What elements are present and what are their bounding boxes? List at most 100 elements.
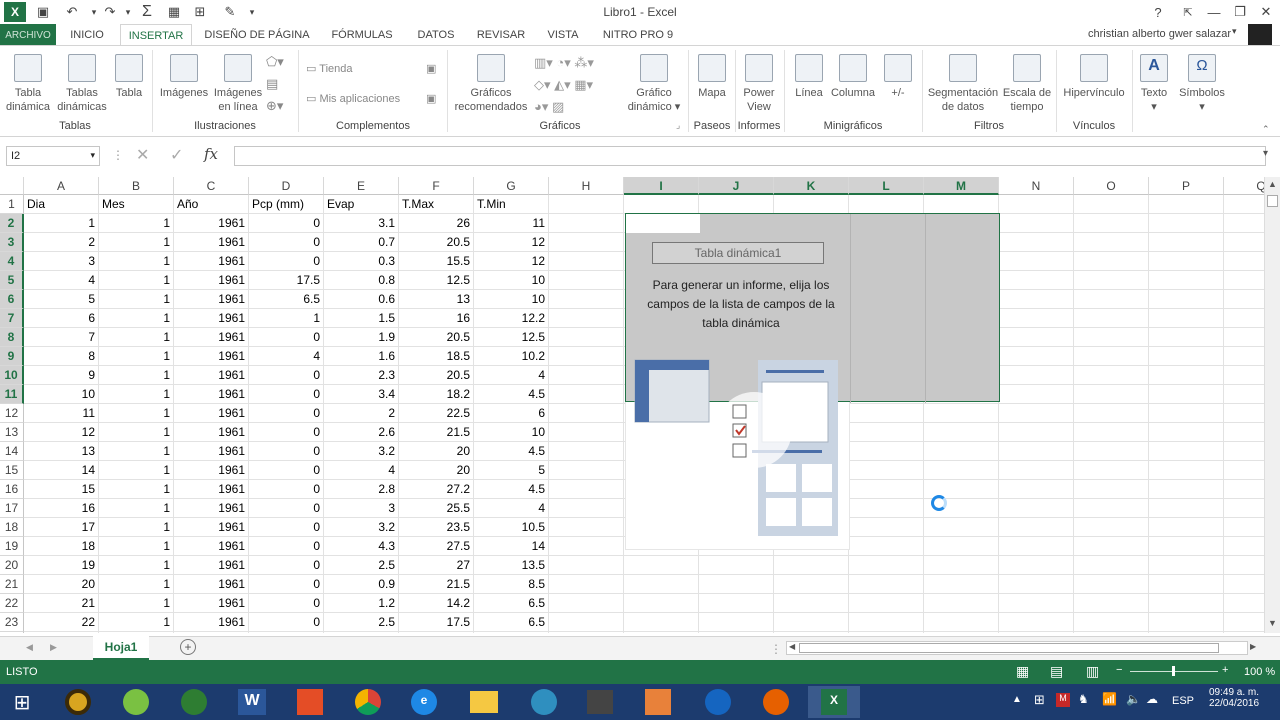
- cell-Q15[interactable]: [1224, 461, 1264, 480]
- cell-P3[interactable]: [1149, 233, 1224, 252]
- cell-N9[interactable]: [999, 347, 1074, 366]
- row-header[interactable]: 3: [0, 233, 24, 252]
- enter-icon[interactable]: ✓: [170, 145, 183, 165]
- cell-E7[interactable]: 1.5: [324, 309, 399, 328]
- cell-O24[interactable]: [1074, 632, 1149, 633]
- timeline-button[interactable]: Escala de tiempo: [1002, 54, 1052, 114]
- cell-H21[interactable]: [549, 575, 624, 594]
- cell-G5[interactable]: 10: [474, 271, 549, 290]
- cell-E15[interactable]: 4: [324, 461, 399, 480]
- cell-J1[interactable]: [699, 195, 774, 214]
- scroll-left-icon[interactable]: ◀: [789, 642, 795, 651]
- row-header[interactable]: 11: [0, 385, 24, 404]
- cell-D12[interactable]: 0: [249, 404, 324, 423]
- column-header[interactable]: O: [1074, 177, 1149, 195]
- cell-Q12[interactable]: [1224, 404, 1264, 423]
- taskbar-explorer[interactable]: [464, 686, 504, 718]
- cell-H3[interactable]: [549, 233, 624, 252]
- column-header[interactable]: K: [774, 177, 849, 195]
- column-header[interactable]: I: [624, 177, 699, 195]
- cell-Q17[interactable]: [1224, 499, 1264, 518]
- cell-D14[interactable]: 0: [249, 442, 324, 461]
- cell-H7[interactable]: [549, 309, 624, 328]
- cell-F22[interactable]: 14.2: [399, 594, 474, 613]
- column-header[interactable]: L: [849, 177, 924, 195]
- tab-archivo[interactable]: ARCHIVO: [0, 24, 56, 46]
- cell-L12[interactable]: [849, 404, 924, 423]
- cell-E17[interactable]: 3: [324, 499, 399, 518]
- cell-H15[interactable]: [549, 461, 624, 480]
- cell-G22[interactable]: 6.5: [474, 594, 549, 613]
- cell-M19[interactable]: [924, 537, 999, 556]
- cell-O17[interactable]: [1074, 499, 1149, 518]
- cell-O14[interactable]: [1074, 442, 1149, 461]
- cell-Q7[interactable]: [1224, 309, 1264, 328]
- row-header[interactable]: 12: [0, 404, 24, 423]
- cell-G23[interactable]: 6.5: [474, 613, 549, 632]
- cell-A24[interactable]: [24, 632, 99, 633]
- name-box[interactable]: I2 ▾: [6, 146, 100, 166]
- cell-D13[interactable]: 0: [249, 423, 324, 442]
- column-header[interactable]: H: [549, 177, 624, 195]
- select-all-corner[interactable]: [0, 177, 24, 195]
- cell-C20[interactable]: 1961: [174, 556, 249, 575]
- cell-H18[interactable]: [549, 518, 624, 537]
- cell-C2[interactable]: 1961: [174, 214, 249, 233]
- cell-H5[interactable]: [549, 271, 624, 290]
- cell-G15[interactable]: 5: [474, 461, 549, 480]
- zoom-in-icon[interactable]: +: [1222, 664, 1228, 676]
- cell-N17[interactable]: [999, 499, 1074, 518]
- cell-O11[interactable]: [1074, 385, 1149, 404]
- taskbar-app[interactable]: [524, 686, 564, 718]
- cell-H17[interactable]: [549, 499, 624, 518]
- people-graph-icon[interactable]: ▣: [426, 92, 436, 105]
- cell-B5[interactable]: 1: [99, 271, 174, 290]
- cell-B19[interactable]: 1: [99, 537, 174, 556]
- cell-P21[interactable]: [1149, 575, 1224, 594]
- taskbar-ie[interactable]: e: [404, 686, 444, 718]
- tray-expand-icon[interactable]: ▲: [1012, 694, 1022, 705]
- dialog-launcher-icon[interactable]: ⌟: [676, 120, 680, 131]
- sparkline-line-button[interactable]: Línea: [790, 54, 828, 100]
- cell-E4[interactable]: 0.3: [324, 252, 399, 271]
- cell-P12[interactable]: [1149, 404, 1224, 423]
- cancel-icon[interactable]: ✕: [136, 145, 149, 165]
- cell-O6[interactable]: [1074, 290, 1149, 309]
- scroll-up-icon[interactable]: ▲: [1268, 179, 1277, 189]
- taskbar-app[interactable]: [58, 686, 98, 718]
- row-header[interactable]: 2: [0, 214, 24, 233]
- column-header[interactable]: C: [174, 177, 249, 195]
- cell-A23[interactable]: 22: [24, 613, 99, 632]
- tray-icon[interactable]: ♞: [1078, 692, 1089, 706]
- cell-E10[interactable]: 2.3: [324, 366, 399, 385]
- screenshot-icon[interactable]: ⊕▾: [266, 98, 283, 114]
- cell-E11[interactable]: 3.4: [324, 385, 399, 404]
- row-header[interactable]: 7: [0, 309, 24, 328]
- row-header[interactable]: 16: [0, 480, 24, 499]
- slicer-button[interactable]: Segmentación de datos: [926, 54, 1000, 114]
- row-header[interactable]: 23: [0, 613, 24, 632]
- cell-C7[interactable]: 1961: [174, 309, 249, 328]
- cell-D15[interactable]: 0: [249, 461, 324, 480]
- recommended-charts-button[interactable]: Gráficos recomendados: [452, 54, 530, 114]
- cell-C14[interactable]: 1961: [174, 442, 249, 461]
- column-header[interactable]: N: [999, 177, 1074, 195]
- cell-P24[interactable]: [1149, 632, 1224, 633]
- cell-D2[interactable]: 0: [249, 214, 324, 233]
- cell-P6[interactable]: [1149, 290, 1224, 309]
- cell-E12[interactable]: 2: [324, 404, 399, 423]
- cell-E9[interactable]: 1.6: [324, 347, 399, 366]
- cell-G1[interactable]: T.Min: [474, 195, 549, 214]
- expand-formula-icon[interactable]: ▾: [1263, 148, 1268, 159]
- cell-B11[interactable]: 1: [99, 385, 174, 404]
- cell-D17[interactable]: 0: [249, 499, 324, 518]
- cell-M22[interactable]: [924, 594, 999, 613]
- cell-L19[interactable]: [849, 537, 924, 556]
- cell-F6[interactable]: 13: [399, 290, 474, 309]
- cell-C17[interactable]: 1961: [174, 499, 249, 518]
- row-header[interactable]: 6: [0, 290, 24, 309]
- tab-formulas[interactable]: FÓRMULAS: [324, 24, 400, 46]
- row-header[interactable]: 20: [0, 556, 24, 575]
- cell-F11[interactable]: 18.2: [399, 385, 474, 404]
- cell-I1[interactable]: [624, 195, 699, 214]
